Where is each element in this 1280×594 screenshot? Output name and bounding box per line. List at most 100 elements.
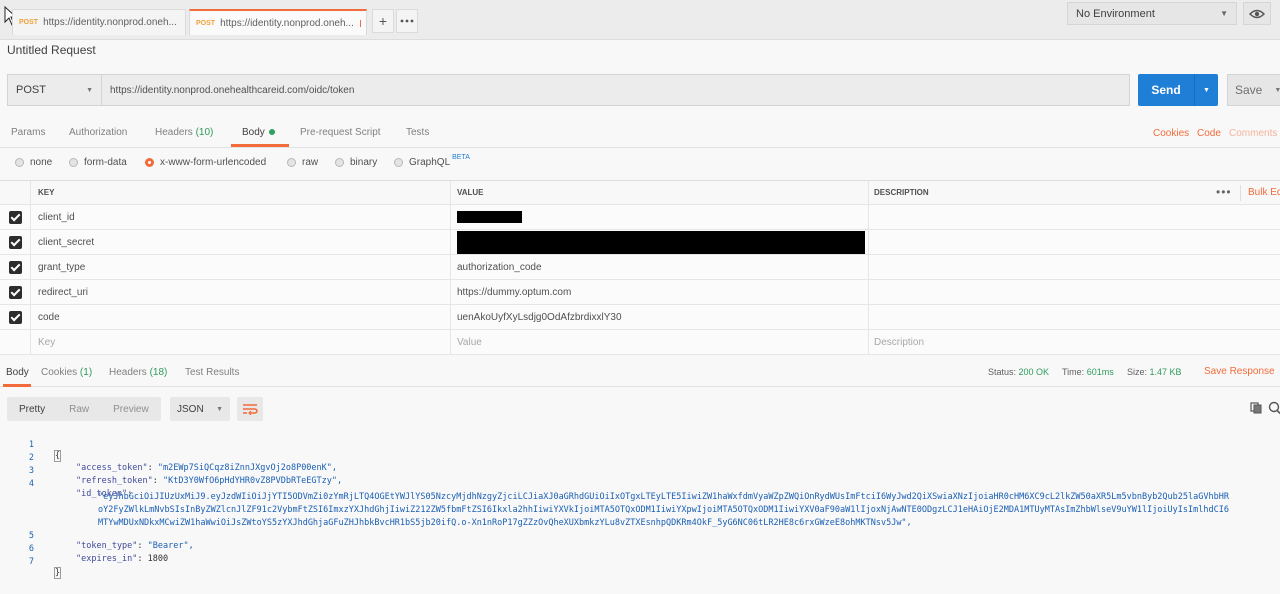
send-options-chevron-icon[interactable]: ▼ <box>1195 87 1218 94</box>
request-url-input[interactable] <box>101 74 1130 106</box>
tab-count: (10) <box>195 127 214 138</box>
row-key[interactable]: client_secret <box>30 230 450 254</box>
request-tab-1[interactable]: POST https://identity.nonprod.oneh... <box>12 9 186 35</box>
new-tab-button[interactable]: + <box>372 9 394 33</box>
json-value: "m2EWp7SiQCqz8iZnnJXgvOj2o8P00enK", <box>157 463 338 473</box>
body-type-urlencoded[interactable]: x-www-form-urlencoded <box>145 157 266 168</box>
tab-pre-request-script[interactable]: Pre-request Script <box>300 127 381 138</box>
environment-quick-look-button[interactable] <box>1243 2 1271 25</box>
code-line: 3 "refresh_token": "KtD3Y0WfO6pHdYHR0vZ8… <box>0 456 342 486</box>
tab-label: Headers <box>109 367 147 378</box>
bulk-edit-link[interactable]: Bulk Ed <box>1248 187 1280 198</box>
code-line: 7 } <box>0 547 62 579</box>
json-key: "access_token" <box>76 463 148 473</box>
save-button[interactable]: Save ▼ <box>1227 74 1280 106</box>
tab-url: https://identity.nonprod.oneh... <box>220 17 354 29</box>
request-name[interactable]: Untitled Request <box>7 43 96 57</box>
json-key: "refresh_token" <box>76 476 153 486</box>
view-raw-button[interactable]: Raw <box>57 404 101 415</box>
new-key-input[interactable]: Key <box>30 330 450 354</box>
row-key[interactable]: code <box>30 305 450 329</box>
response-body-viewer[interactable]: 1 { 2 "access_token": "m2EWp7SiQCqz8iZnn… <box>0 428 1280 594</box>
row-value[interactable]: uenAkoUyfXyLsdjg0OdAfzbrdixxlY30 <box>450 305 868 329</box>
radio-icon <box>287 158 296 167</box>
redacted-value <box>457 230 865 254</box>
radio-label: form-data <box>84 157 127 168</box>
http-method-select[interactable]: POST ▼ <box>7 74 101 106</box>
row-value[interactable] <box>450 205 868 229</box>
row-value[interactable]: https://dummy.optum.com <box>450 280 868 304</box>
body-type-graphql[interactable]: GraphQL BETA <box>394 154 470 168</box>
tab-tests[interactable]: Tests <box>406 127 429 138</box>
row-checkbox[interactable] <box>0 280 30 304</box>
chevron-down-icon: ▼ <box>86 86 93 94</box>
active-response-tab-indicator <box>3 384 31 387</box>
chevron-down-icon[interactable]: ▼ <box>1274 87 1280 94</box>
new-description-input[interactable]: Description <box>868 330 1280 354</box>
row-value[interactable] <box>450 230 868 254</box>
row-key[interactable]: client_id <box>30 205 450 229</box>
view-pretty-button[interactable]: Pretty <box>7 404 57 415</box>
chevron-down-icon: ▼ <box>1220 9 1228 18</box>
comments-link[interactable]: Comments <box>1229 128 1277 139</box>
size-value: 1.47 KB <box>1149 367 1182 377</box>
send-button[interactable]: Send ▼ <box>1138 74 1218 106</box>
code-link[interactable]: Code <box>1197 128 1221 139</box>
body-type-binary[interactable]: binary <box>335 157 377 168</box>
tab-more-button[interactable] <box>396 9 418 33</box>
row-description[interactable] <box>868 305 1280 329</box>
bulk-separator <box>1240 185 1241 201</box>
row-checkbox[interactable] <box>0 205 30 229</box>
cookies-link[interactable]: Cookies <box>1153 128 1189 139</box>
json-key: "expires_in" <box>76 554 138 564</box>
row-key[interactable]: grant_type <box>30 255 450 279</box>
tab-label: Params <box>11 127 46 138</box>
save-response-button[interactable]: Save Response <box>1204 366 1275 377</box>
copy-icon[interactable] <box>1250 402 1262 414</box>
view-preview-button[interactable]: Preview <box>101 404 161 415</box>
table-row: client_secret <box>0 230 1280 255</box>
response-view-mode-group: Pretty Raw Preview <box>7 397 161 421</box>
wrap-lines-button[interactable] <box>237 397 263 421</box>
row-key[interactable]: redirect_uri <box>30 280 450 304</box>
row-description[interactable] <box>868 205 1280 229</box>
method-label: POST <box>16 84 46 96</box>
tab-body[interactable]: Body <box>242 127 275 138</box>
request-tab-2[interactable]: POST https://identity.nonprod.oneh... <box>189 9 367 35</box>
header-check-cell <box>0 181 30 204</box>
table-more-icon[interactable]: ••• <box>1216 185 1232 199</box>
search-icon[interactable] <box>1268 401 1280 414</box>
row-value[interactable]: authorization_code <box>450 255 868 279</box>
line-number: 5 <box>28 531 34 541</box>
response-tab-test-results[interactable]: Test Results <box>185 367 239 378</box>
more-icon <box>400 19 414 23</box>
status-value: 200 OK <box>1018 367 1050 377</box>
row-checkbox[interactable] <box>0 305 30 329</box>
line-number: 6 <box>28 544 34 554</box>
row-checkbox[interactable] <box>0 255 30 279</box>
response-format-select[interactable]: JSON ▼ <box>170 397 230 421</box>
line-text: } <box>54 567 62 579</box>
tab-label: Tests <box>406 127 430 138</box>
tab-authorization[interactable]: Authorization <box>69 127 127 138</box>
table-row: client_id <box>0 205 1280 230</box>
body-type-form-data[interactable]: form-data <box>69 157 127 168</box>
json-value: MTYwMDUxNDkxMCwiZW1haWwiOiJsZWtoYS5zYXJh… <box>98 518 912 528</box>
code-line: 6 "expires_in": 1800 <box>0 534 168 564</box>
response-tab-body[interactable]: Body <box>6 367 29 378</box>
row-description[interactable] <box>868 280 1280 304</box>
tab-headers[interactable]: Headers (10) <box>155 127 213 138</box>
new-value-input[interactable]: Value <box>450 330 868 354</box>
row-description[interactable] <box>868 255 1280 279</box>
response-tab-headers[interactable]: Headers (18) <box>109 367 167 378</box>
table-row: redirect_uri https://dummy.optum.com <box>0 280 1280 305</box>
body-type-none[interactable]: none <box>15 157 52 168</box>
row-description[interactable] <box>868 230 1280 254</box>
plus-icon: + <box>378 13 388 29</box>
row-checkbox[interactable] <box>0 230 30 254</box>
tab-params[interactable]: Params <box>11 127 45 138</box>
environment-select[interactable]: No Environment ▼ <box>1067 2 1237 25</box>
response-tab-cookies[interactable]: Cookies (1) <box>41 367 92 378</box>
size-label: Size: <box>1127 367 1148 377</box>
body-type-raw[interactable]: raw <box>287 157 318 168</box>
